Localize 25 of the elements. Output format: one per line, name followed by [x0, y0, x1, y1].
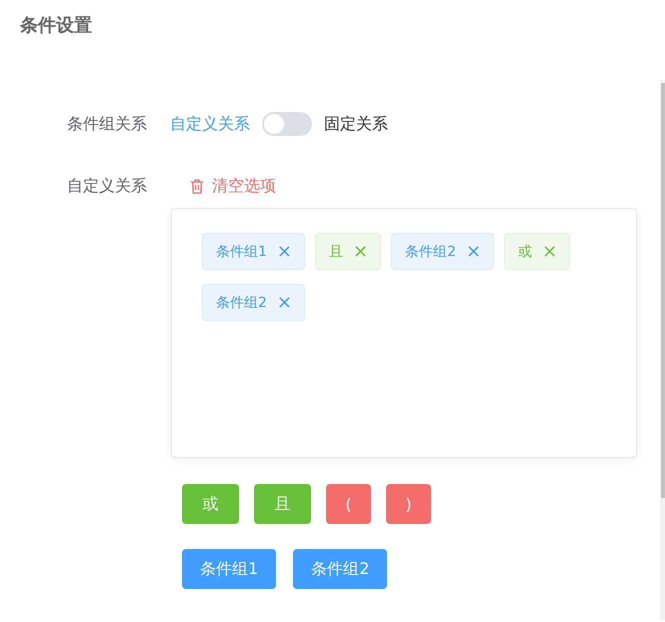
option-label[interactable]: 自定义关系: [170, 114, 250, 134]
field-label: 条件组关系: [67, 114, 148, 134]
tag-label: 条件组1: [216, 242, 267, 260]
insert-button[interactable]: ): [386, 484, 431, 524]
close-button[interactable]: ×: [276, 242, 292, 260]
insert-button[interactable]: 条件组1: [182, 549, 276, 589]
insert-button[interactable]: 条件组2: [293, 549, 388, 589]
close-button[interactable]: ×: [276, 294, 292, 312]
toggle-switch[interactable]: [262, 112, 312, 136]
tag-label: 条件组2: [405, 242, 456, 260]
insert-button[interactable]: (: [326, 484, 371, 524]
tag-label: 或: [518, 242, 532, 260]
close-button[interactable]: ×: [466, 242, 482, 260]
insert-button[interactable]: 且: [254, 484, 311, 524]
tag-label: 且: [329, 242, 344, 260]
insert-button[interactable]: 或: [182, 484, 239, 524]
trash-icon: [190, 178, 204, 194]
scrollbar-thumb[interactable]: [661, 83, 665, 498]
section-title: 条件设置: [18, 14, 93, 35]
field-label: 自定义关系: [67, 176, 148, 196]
close-button[interactable]: ×: [542, 242, 558, 260]
close-button[interactable]: ×: [353, 242, 368, 260]
tag-label: 条件组2: [216, 294, 267, 312]
option-label[interactable]: 固定关系: [324, 114, 388, 134]
clear-button[interactable]: 清空选项: [170, 176, 276, 196]
